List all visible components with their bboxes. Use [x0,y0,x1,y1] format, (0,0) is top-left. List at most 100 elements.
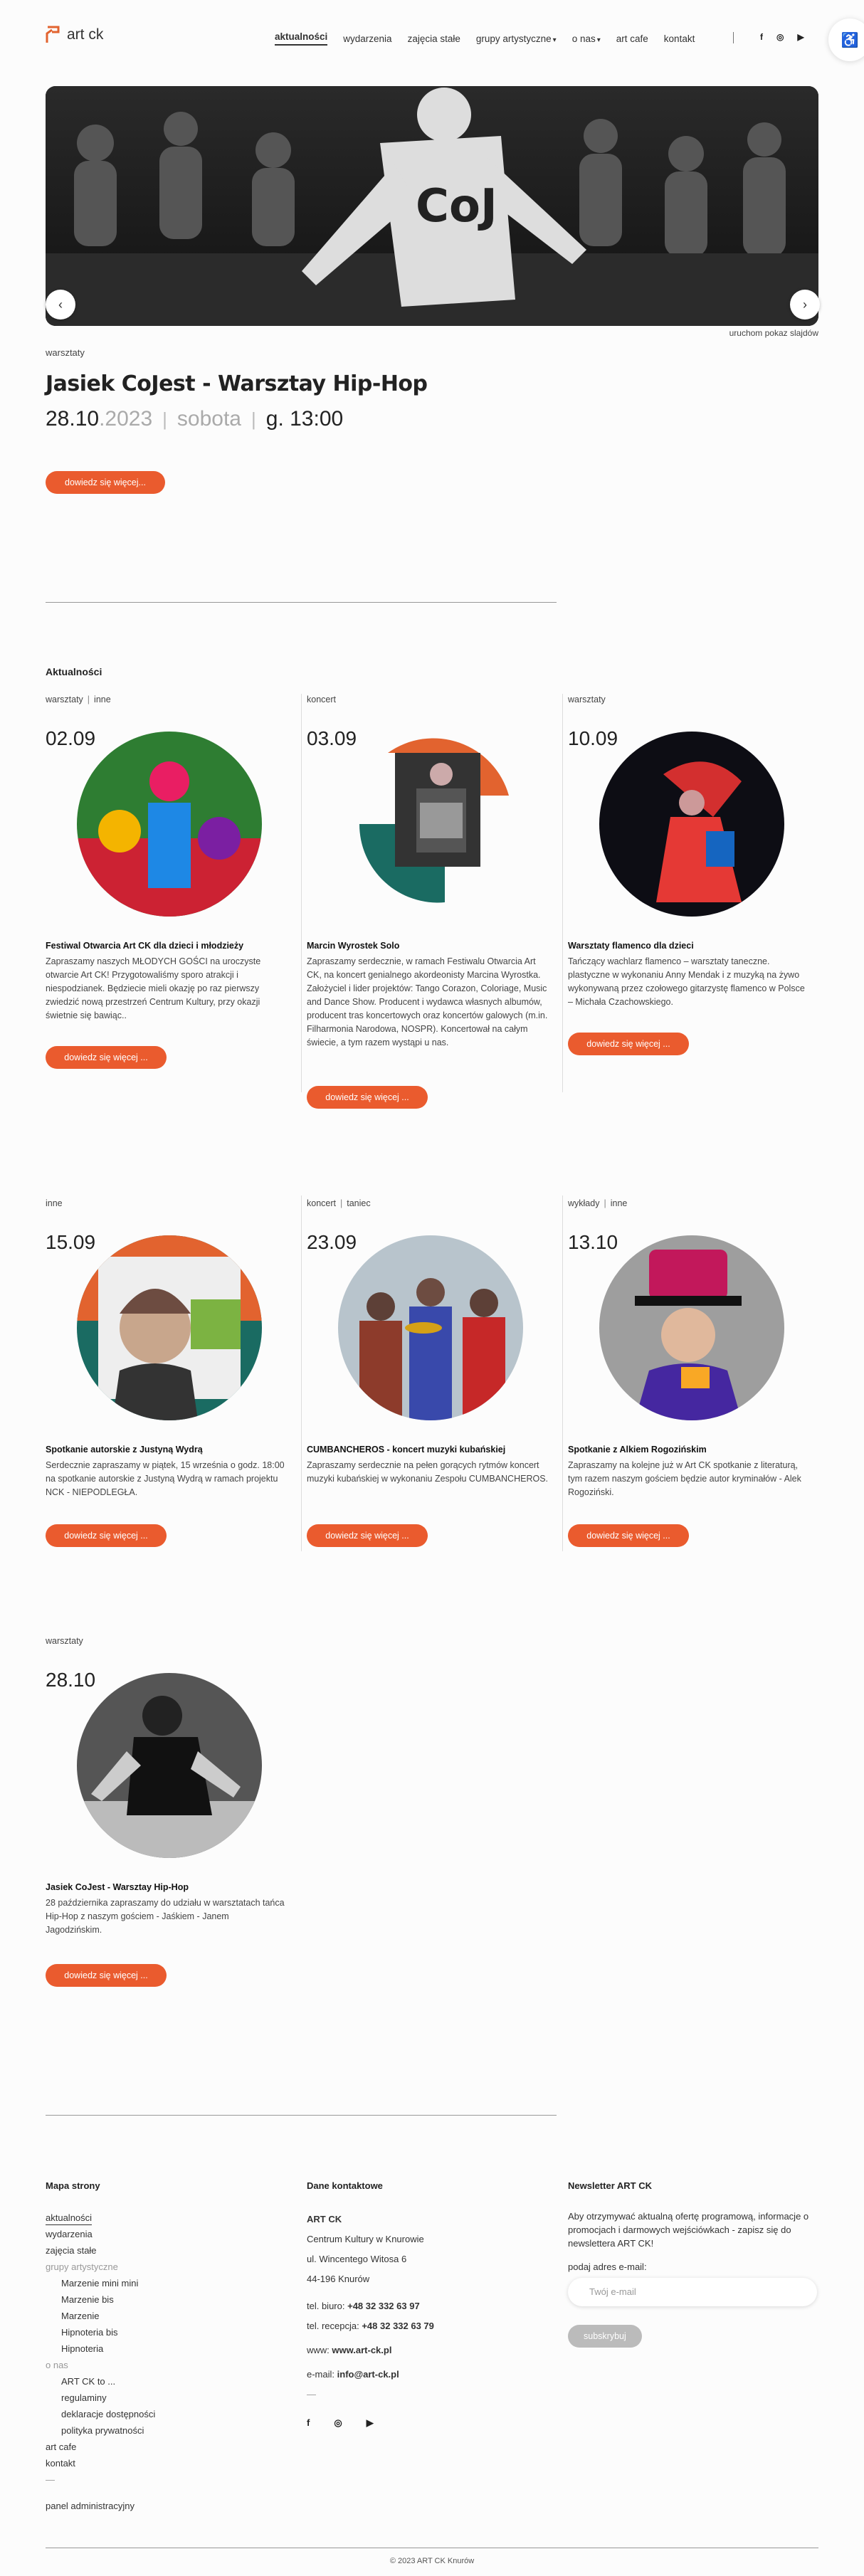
category-link[interactable]: koncert [307,1198,336,1208]
category-link[interactable]: inne [46,1198,63,1208]
sitemap-item-label[interactable]: aktualności [46,2211,93,2225]
sitemap-item[interactable]: grupy artystyczne [46,2259,155,2275]
card-image[interactable] [77,732,262,917]
email-link[interactable]: info@art-ck.pl [337,2369,399,2380]
card-image[interactable] [77,1235,262,1420]
sitemap-item[interactable]: Marzenie mini mini [46,2275,155,2291]
card-title[interactable]: CUMBANCHEROS - koncert muzyki kubańskiej [307,1445,549,1455]
card-image[interactable] [338,1235,523,1420]
www-link[interactable]: www.art-ck.pl [332,2345,391,2355]
card-title[interactable]: Marcin Wyrostek Solo [307,941,549,951]
card-description: Zapraszamy na kolejne już w Art CK spotk… [568,1460,801,1497]
hero-more-button[interactable]: dowiedz się więcej... [46,471,165,494]
nav-o-nas[interactable]: o nas [572,33,601,44]
card-more-button[interactable]: dowiedz się więcej ... [568,1033,689,1055]
subscribe-button[interactable]: subskrybuj [568,2325,642,2348]
card-categories: warsztaty | inne [46,695,111,704]
hero-date-day: 28.10 [46,407,100,431]
card-title[interactable]: Spotkanie z Alkiem Rogozińskim [568,1445,810,1455]
card-more-button[interactable]: dowiedz się więcej ... [307,1086,428,1109]
sitemap-item[interactable]: wydarzenia [46,2226,155,2242]
nav-grupy-artystyczne[interactable]: grupy artystyczne [476,33,557,44]
sitemap-item[interactable]: Hipnoteria [46,2340,155,2357]
sitemap-list: aktualności wydarzenia zajęcia stałe grupy … [46,2210,155,2488]
card-description: Tańczący wachlarz flamenco – warsztaty t… [568,956,805,1007]
hero-category[interactable]: warsztaty [46,347,85,358]
admin-panel-link[interactable]: panel administracyjny [46,2501,155,2511]
reception-phone-label: tel. recepcja: [307,2321,359,2331]
instagram-icon[interactable]: ◎ [334,2417,342,2429]
nav-art-cafe[interactable]: art cafe [616,33,648,44]
card-title[interactable]: Spotkanie autorskie z Justyną Wydrą [46,1445,288,1455]
category-link[interactable]: inne [611,1198,628,1208]
card-title[interactable]: Warsztaty flamenco dla dzieci [568,941,810,951]
category-link[interactable]: wykłady [568,1198,599,1208]
facebook-icon[interactable]: f [760,32,763,42]
nav-divider [733,32,734,43]
newsletter-text: Aby otrzymywać aktualną ofertę programow… [568,2211,809,2249]
sitemap-item[interactable]: Marzenie [46,2308,155,2324]
card-image[interactable] [599,732,784,917]
category-link[interactable]: inne [94,695,111,704]
sitemap-item[interactable]: ART CK to ... [46,2373,155,2390]
card-more-button[interactable]: dowiedz się więcej ... [307,1524,428,1547]
hero-date-year: .2023 [99,407,153,431]
sitemap-item[interactable]: Hipnoteria bis [46,2324,155,2340]
news-card: wykłady | inne 13.10 Spotkanie z Alkiem Ro… [568,1198,818,1547]
contact-city: 44-196 Knurów [307,2274,370,2284]
category-link[interactable]: warsztaty [46,1636,83,1646]
youtube-icon[interactable]: ▶ [797,32,804,42]
contact-street: ul. Wincentego Witosa 6 [307,2254,407,2264]
nav-zajecia-stale[interactable]: zajęcia stałe [408,33,460,44]
hero-time: g. 13:00 [265,407,344,431]
category-link[interactable]: taniec [347,1198,370,1208]
category-link[interactable]: warsztaty [46,695,83,704]
www-label: www: [307,2345,330,2355]
sitemap-item[interactable]: art cafe [46,2439,155,2455]
start-slideshow-link[interactable]: uruchom pokaz slajdów [729,328,818,338]
sitemap-item[interactable]: kontakt [46,2455,155,2471]
sitemap-item[interactable]: aktualności [46,2210,155,2226]
card-image[interactable] [599,1235,784,1420]
accessibility-button[interactable]: ♿ [828,19,864,61]
news-card: warsztaty | inne 02.09 Festiwal Otwarcia A… [46,695,296,1069]
sitemap-item[interactable]: Marzenie bis [46,2291,155,2308]
slider-next-button[interactable]: › [790,290,820,320]
sitemap-item[interactable]: zajęcia stałe [46,2242,155,2259]
category-link[interactable]: koncert [307,695,336,704]
column-divider [562,1195,563,1551]
office-phone[interactable]: +48 32 332 63 97 [347,2301,420,2311]
youtube-icon[interactable]: ▶ [367,2417,374,2429]
instagram-icon[interactable]: ◎ [776,32,784,42]
category-link[interactable]: warsztaty [568,695,606,704]
card-more-button[interactable]: dowiedz się więcej ... [46,1046,167,1069]
card-more-button[interactable]: dowiedz się więcej ... [46,1524,167,1547]
card-categories: wykłady | inne [568,1198,628,1208]
sitemap-item[interactable]: deklaracje dostępności [46,2406,155,2422]
chevron-right-icon: › [803,297,807,312]
card-image[interactable] [338,732,523,917]
nav-wydarzenia[interactable]: wydarzenia [343,33,391,44]
card-description: Zapraszamy serdecznie na pełen gorących … [307,1460,549,1484]
newsletter-email-input[interactable]: Twój e-mail [568,2278,817,2306]
card-image[interactable] [77,1673,262,1858]
page: art ck aktualności wydarzenia zajęcia st… [0,0,864,2576]
divider [46,2115,557,2116]
card-more-button[interactable]: dowiedz się więcej ... [46,1964,167,1987]
sitemap-item[interactable]: regulaminy [46,2390,155,2406]
nav-kontakt[interactable]: kontakt [664,33,695,44]
newsletter-title: Newsletter ART CK [568,2180,652,2191]
card-description: Zapraszamy serdecznie, w ramach Festiwal… [307,956,548,1047]
sitemap-item[interactable]: polityka prywatności [46,2422,155,2439]
logo[interactable]: art ck [46,26,103,44]
card-title[interactable]: Jasiek CoJest - Warsztay Hip-Hop [46,1882,288,1892]
card-title[interactable]: Festiwal Otwarcia Art CK dla dzieci i mł… [46,941,288,951]
sitemap-item[interactable]: o nas [46,2357,155,2373]
facebook-icon[interactable]: f [307,2417,310,2429]
nav-aktualnosci[interactable]: aktualności [275,31,328,46]
card-more-button[interactable]: dowiedz się więcej ... [568,1524,689,1547]
reception-phone[interactable]: +48 32 332 63 79 [362,2321,434,2331]
sitemap-title: Mapa strony [46,2180,100,2191]
footer-contact: Dane kontaktowe ART CK Centrum Kultury w… [307,2180,434,2429]
slider-prev-button[interactable]: ‹ [46,290,75,320]
